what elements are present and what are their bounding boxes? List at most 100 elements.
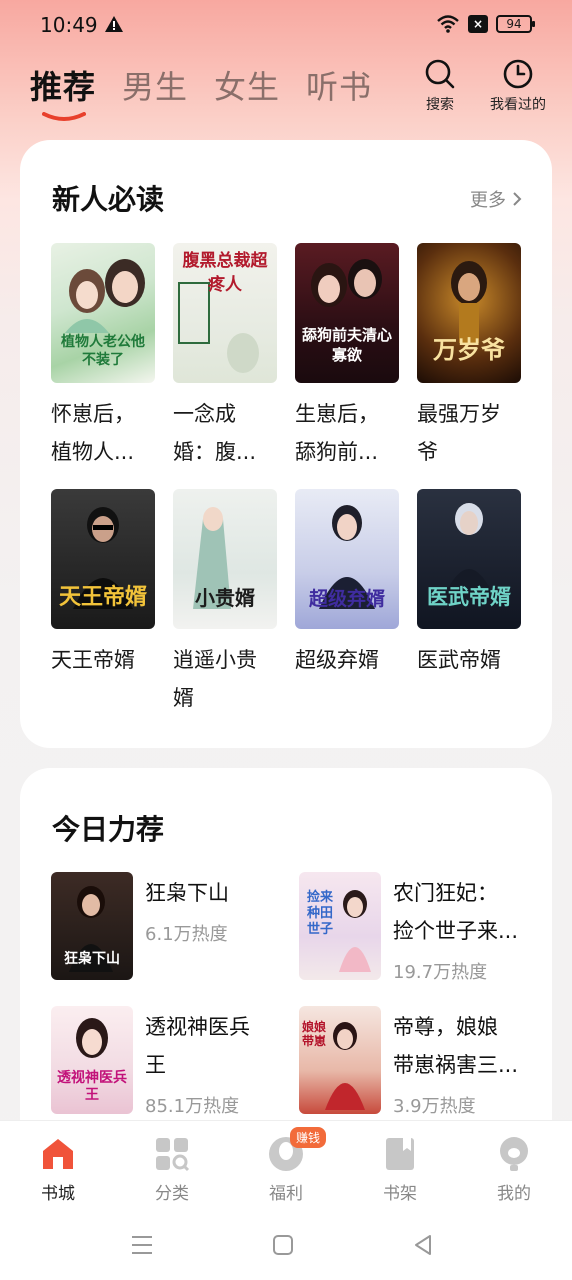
home-icon	[43, 1139, 73, 1169]
sim-off-icon: ×	[468, 15, 488, 33]
home-button-icon[interactable]	[272, 1234, 294, 1256]
nav-bookshelf[interactable]: 书架	[370, 1135, 430, 1204]
more-link[interactable]: 更多	[470, 186, 522, 212]
top-actions: 搜索 我看过的	[424, 58, 546, 114]
book-title-line: 爷	[417, 440, 438, 464]
book-title-line: 婚：腹...	[173, 440, 257, 464]
bookshelf-icon	[386, 1138, 414, 1170]
tab-label: 男生	[122, 68, 189, 106]
book-title-line: 狂枭下山	[145, 881, 229, 905]
book-item[interactable]: 医武帝婿 医武帝婿	[417, 489, 521, 679]
book-title: 狂枭下山	[145, 874, 285, 912]
book-title: 天王帝婿	[51, 641, 163, 679]
book-cover[interactable]: 植物人老公他不装了	[51, 243, 155, 383]
book-cover[interactable]: 狂枭下山	[51, 872, 133, 980]
book-cover[interactable]: 舔狗前夫清心寡欲	[295, 243, 399, 383]
book-title-line: 一念成	[173, 402, 236, 426]
tab-audiobook[interactable]: 听书	[306, 62, 372, 108]
recommend-item[interactable]: 狂枭下山 狂枭下山 6.1万热度	[51, 872, 281, 980]
tab-active-indicator	[42, 112, 86, 121]
book-title-line: 舔狗前...	[295, 440, 379, 464]
book-title: 医武帝婿	[417, 641, 529, 679]
tab-female[interactable]: 女生	[214, 62, 280, 108]
recommend-item[interactable]: 捡来种田世子 农门狂妃： 捡个世子来... 19.7万热度	[299, 872, 529, 983]
chevron-right-icon	[513, 192, 522, 206]
cover-title: 捡来种田世子	[306, 890, 333, 937]
book-cover[interactable]: 捡来种田世子	[299, 872, 381, 980]
book-title-line: 生崽后，	[295, 402, 379, 426]
history-label: 我看过的	[490, 97, 546, 113]
book-item[interactable]: 舔狗前夫清心寡欲 生崽后， 舔狗前...	[295, 243, 399, 471]
book-title: 透视神医兵 王	[145, 1008, 285, 1084]
menu-icon[interactable]	[130, 1234, 154, 1256]
book-title: 怀崽后， 植物人...	[51, 395, 163, 471]
battery-icon: 94	[496, 15, 535, 33]
book-title-line: 农门狂妃：	[393, 881, 498, 905]
nav-welfare[interactable]: 赚钱 福利	[256, 1127, 327, 1204]
tab-male[interactable]: 男生	[122, 62, 188, 108]
book-cover[interactable]: 万岁爷	[417, 243, 521, 383]
heat-count: 6.1万热度	[145, 924, 228, 945]
cover-title: 透视神医兵王	[57, 1070, 127, 1103]
book-item[interactable]: 万岁爷 最强万岁 爷	[417, 243, 521, 471]
book-cover[interactable]: 天王帝婿	[51, 489, 155, 629]
nav-category[interactable]: 分类	[142, 1135, 202, 1204]
book-cover[interactable]: 腹黑总裁超疼人	[173, 243, 277, 383]
heat-count: 19.7万热度	[393, 962, 488, 983]
book-item[interactable]: 植物人老公他不装了 怀崽后， 植物人...	[51, 243, 155, 471]
book-title-line: 植物人...	[51, 440, 135, 464]
battery-level: 94	[506, 17, 522, 31]
cover-title: 医武帝婿	[427, 584, 511, 609]
section-title: 新人必读	[52, 183, 165, 216]
book-title: 最强万岁 爷	[417, 395, 529, 471]
nav-label: 分类	[155, 1184, 189, 1204]
recommend-item[interactable]: 娘娘带崽 帝尊，娘娘 带崽祸害三... 3.9万热度	[299, 1006, 529, 1117]
recommend-item[interactable]: 透视神医兵王 透视神医兵 王 85.1万热度	[51, 1006, 281, 1117]
book-title: 逍遥小贵 婿	[173, 641, 285, 717]
book-item[interactable]: 超级弃婿 超级弃婿	[295, 489, 399, 679]
cover-title: 超级弃婿	[308, 588, 385, 610]
search-button[interactable]: 搜索	[424, 58, 456, 114]
alert-icon	[105, 16, 123, 32]
book-cover[interactable]: 医武帝婿	[417, 489, 521, 629]
tab-recommend[interactable]: 推荐	[30, 62, 97, 121]
book-item[interactable]: 腹黑总裁超疼人 一念成 婚：腹...	[173, 243, 277, 471]
book-title-line: 透视神医兵	[145, 1015, 250, 1039]
search-icon	[425, 59, 455, 89]
book-cover[interactable]: 小贵婿	[173, 489, 277, 629]
book-title-line: 王	[145, 1053, 166, 1077]
section-title: 今日力荐	[52, 813, 165, 846]
book-title: 农门狂妃： 捡个世子来...	[393, 874, 533, 950]
history-button[interactable]: 我看过的	[490, 58, 546, 114]
clock-icon	[503, 59, 533, 89]
back-icon[interactable]	[412, 1234, 434, 1256]
book-title-line: 超级弃婿	[295, 648, 379, 672]
book-cover[interactable]: 娘娘带崽	[299, 1006, 381, 1114]
book-item[interactable]: 天王帝婿 天王帝婿	[51, 489, 155, 679]
book-title: 生崽后， 舔狗前...	[295, 395, 407, 471]
book-title-line: 最强万岁	[417, 402, 501, 426]
book-cover[interactable]: 超级弃婿	[295, 489, 399, 629]
book-title-line: 婿	[173, 686, 194, 710]
book-title-line: 逍遥小贵	[173, 648, 257, 672]
status-time: 10:49	[40, 13, 98, 37]
book-cover[interactable]: 透视神医兵王	[51, 1006, 133, 1114]
nav-label: 书城	[41, 1184, 75, 1204]
status-bar: 10:49 × 94	[0, 0, 572, 52]
category-icon	[156, 1138, 190, 1172]
cover-title: 腹黑总裁超疼人	[182, 251, 268, 295]
nav-label: 书架	[383, 1184, 417, 1204]
tab-label: 听书	[306, 68, 373, 106]
book-title-line: 帝尊，娘娘	[393, 1015, 498, 1039]
new-reader-card: 新人必读 更多 植物人老公他不装了 怀崽后， 植物人... 腹黑总裁超疼人 一念…	[20, 140, 552, 748]
tab-label: 推荐	[30, 68, 97, 106]
nav-label: 我的	[497, 1184, 531, 1204]
top-tabs: 推荐 男生 女生 听书	[30, 62, 372, 121]
book-title-line: 怀崽后，	[51, 402, 135, 426]
book-item[interactable]: 小贵婿 逍遥小贵 婿	[173, 489, 277, 717]
nav-profile[interactable]: 我的	[484, 1135, 544, 1204]
book-title: 一念成 婚：腹...	[173, 395, 285, 471]
cover-title: 万岁爷	[433, 335, 505, 364]
wifi-icon	[437, 15, 459, 33]
nav-bookstore[interactable]: 书城	[28, 1135, 88, 1204]
